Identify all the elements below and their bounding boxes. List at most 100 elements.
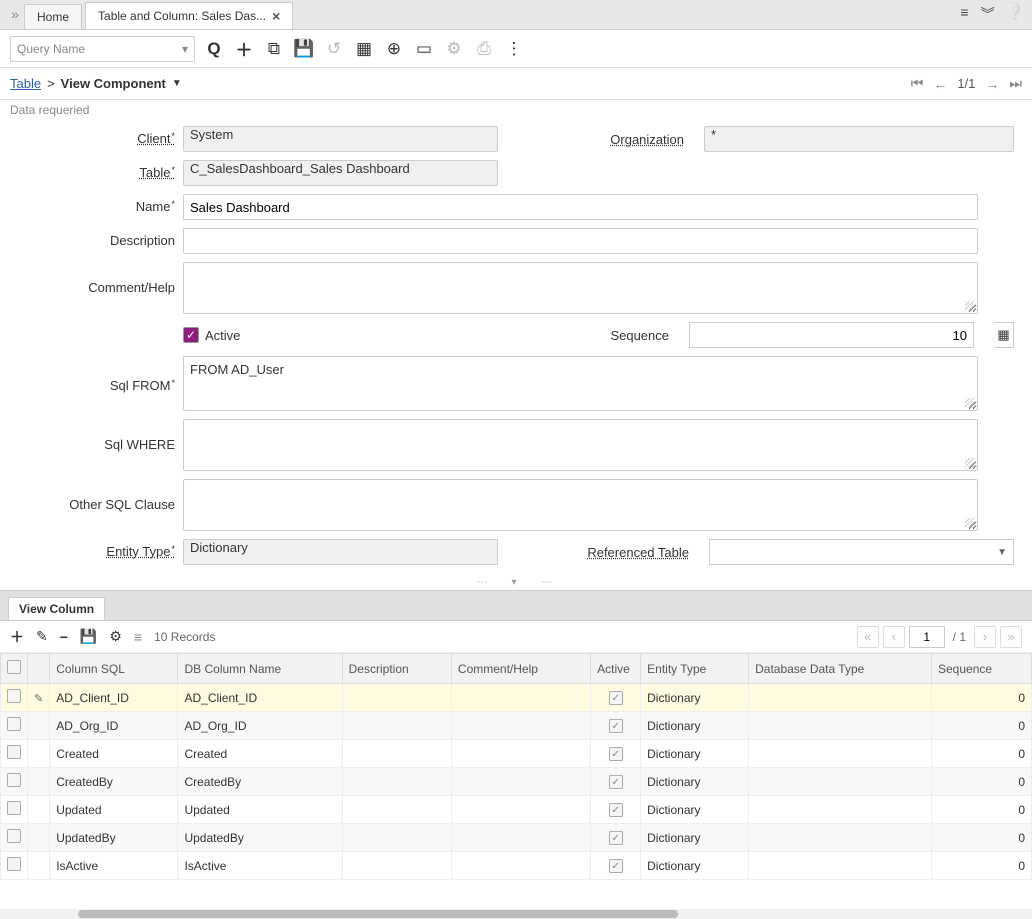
col-active[interactable]: Active [591, 654, 641, 684]
col-dbcol[interactable]: DB Column Name [178, 654, 342, 684]
zoom-icon[interactable]: ⊕ [383, 38, 405, 60]
label-referenced[interactable]: Referenced Table [587, 545, 689, 560]
cell-entity: Dictionary [641, 740, 749, 768]
close-icon[interactable]: × [272, 8, 280, 24]
referenced-select[interactable]: ▼ [709, 539, 1014, 565]
chevron-down-icon[interactable]: ▼ [172, 78, 182, 89]
cell-dbtype [749, 796, 932, 824]
cell-desc [342, 796, 451, 824]
label-sqlwhere: Sql WHERE [104, 437, 175, 453]
comment-textarea[interactable] [183, 262, 978, 314]
active-checkbox[interactable] [609, 831, 623, 845]
new-icon[interactable]: ＋ [233, 38, 255, 60]
row-checkbox[interactable] [7, 829, 21, 843]
label-client[interactable]: Client [137, 131, 175, 147]
sqlwhere-textarea[interactable] [183, 419, 978, 471]
calculator-icon[interactable]: ▦ [994, 322, 1014, 348]
gear-icon[interactable]: ⚙ [443, 38, 465, 60]
print-icon[interactable]: ⎙ [473, 38, 495, 60]
undo-icon[interactable]: ↺ [323, 38, 345, 60]
active-checkbox[interactable] [609, 691, 623, 705]
sub-toolbar: ＋ ✎ − 💾 ⚙ ≡ 10 Records « ‹ / 1 › » [0, 621, 1032, 653]
tab-current[interactable]: Table and Column: Sales Das... × [85, 2, 293, 29]
col-seq[interactable]: Sequence [932, 654, 1032, 684]
menu-icon[interactable]: ≡ [960, 4, 968, 24]
sequence-input[interactable] [689, 322, 974, 348]
active-checkbox[interactable] [609, 747, 623, 761]
label-table[interactable]: Table [139, 165, 175, 181]
page-input[interactable] [909, 626, 945, 648]
label-sequence: Sequence [610, 328, 669, 343]
row-checkbox[interactable] [7, 717, 21, 731]
label-organization[interactable]: Organization [610, 132, 684, 147]
active-checkbox[interactable]: ✓ [183, 327, 199, 343]
collapse-icon[interactable]: ︾ [981, 4, 995, 24]
prev-record-icon[interactable]: ← [933, 76, 947, 92]
col-desc[interactable]: Description [342, 654, 451, 684]
name-input[interactable] [183, 194, 978, 220]
table-row[interactable]: CreatedCreatedDictionary0 [1, 740, 1032, 768]
row-checkbox[interactable] [7, 745, 21, 759]
label-othersql: Other SQL Clause [69, 497, 175, 513]
edit-icon[interactable]: ✎ [34, 693, 43, 705]
table-field: C_SalesDashboard_Sales Dashboard [183, 160, 498, 186]
tab-home[interactable]: Home [24, 4, 82, 29]
save-icon[interactable]: 💾 [293, 38, 315, 60]
col-comment[interactable]: Comment/Help [451, 654, 590, 684]
breadcrumb-table[interactable]: Table [10, 76, 41, 91]
row-checkbox[interactable] [7, 773, 21, 787]
save-row-icon[interactable]: 💾 [80, 628, 97, 645]
detail-icon[interactable]: ▭ [413, 38, 435, 60]
prev-page-icon[interactable]: ‹ [883, 626, 905, 648]
sqlfrom-textarea[interactable]: FROM AD_User [183, 356, 978, 411]
first-page-icon[interactable]: « [857, 626, 879, 648]
splitter[interactable]: ⋯ ▾ ⋯ [0, 575, 1032, 590]
cell-dbcol: Updated [178, 796, 342, 824]
table-row[interactable]: CreatedByCreatedByDictionary0 [1, 768, 1032, 796]
row-checkbox[interactable] [7, 689, 21, 703]
othersql-textarea[interactable] [183, 479, 978, 531]
cell-seq: 0 [932, 768, 1032, 796]
next-page-icon[interactable]: › [974, 626, 996, 648]
customize-icon[interactable]: ⚙ [109, 628, 122, 645]
row-checkbox[interactable] [7, 857, 21, 871]
row-checkbox[interactable] [7, 801, 21, 815]
query-name-select[interactable]: Query Name ▾ [10, 36, 195, 62]
col-dbtype[interactable]: Database Data Type [749, 654, 932, 684]
tab-view-column[interactable]: View Column [8, 597, 105, 620]
copy-icon[interactable]: ⧉ [263, 38, 285, 60]
edit-row-icon[interactable]: ✎ [36, 628, 48, 645]
delete-row-icon[interactable]: − [60, 629, 68, 645]
active-checkbox[interactable] [609, 859, 623, 873]
select-all-checkbox[interactable] [7, 660, 21, 674]
help-icon[interactable]: ❔ [1007, 4, 1024, 24]
table-row[interactable]: UpdatedByUpdatedByDictionary0 [1, 824, 1032, 852]
cell-dbcol: AD_Org_ID [178, 712, 342, 740]
cell-dbtype [749, 712, 932, 740]
last-record-icon[interactable]: ⏭ [1009, 75, 1022, 92]
search-icon[interactable]: Q [203, 38, 225, 60]
expand-sidebar-icon[interactable]: » [6, 0, 24, 29]
list-icon[interactable]: ≡ [134, 629, 142, 645]
table-row[interactable]: AD_Org_IDAD_Org_IDDictionary0 [1, 712, 1032, 740]
label-entitytype[interactable]: Entity Type [106, 544, 175, 560]
active-checkbox[interactable] [609, 803, 623, 817]
cell-dbcol: CreatedBy [178, 768, 342, 796]
next-record-icon[interactable]: → [985, 76, 999, 92]
table-row[interactable]: UpdatedUpdatedDictionary0 [1, 796, 1032, 824]
cell-dbcol: UpdatedBy [178, 824, 342, 852]
col-colsql[interactable]: Column SQL [50, 654, 178, 684]
col-entity[interactable]: Entity Type [641, 654, 749, 684]
add-row-icon[interactable]: ＋ [10, 627, 24, 647]
description-input[interactable] [183, 228, 978, 254]
active-checkbox[interactable] [609, 775, 623, 789]
table-row[interactable]: ✎AD_Client_IDAD_Client_IDDictionary0 [1, 684, 1032, 712]
first-record-icon[interactable]: ⏮ [911, 75, 924, 92]
cell-desc [342, 712, 451, 740]
more-icon[interactable]: ⋮ [503, 38, 525, 60]
horizontal-scrollbar[interactable] [0, 909, 1032, 919]
last-page-icon[interactable]: » [1000, 626, 1022, 648]
table-row[interactable]: IsActiveIsActiveDictionary0 [1, 852, 1032, 880]
active-checkbox[interactable] [609, 719, 623, 733]
grid-toggle-icon[interactable]: ▦ [353, 38, 375, 60]
